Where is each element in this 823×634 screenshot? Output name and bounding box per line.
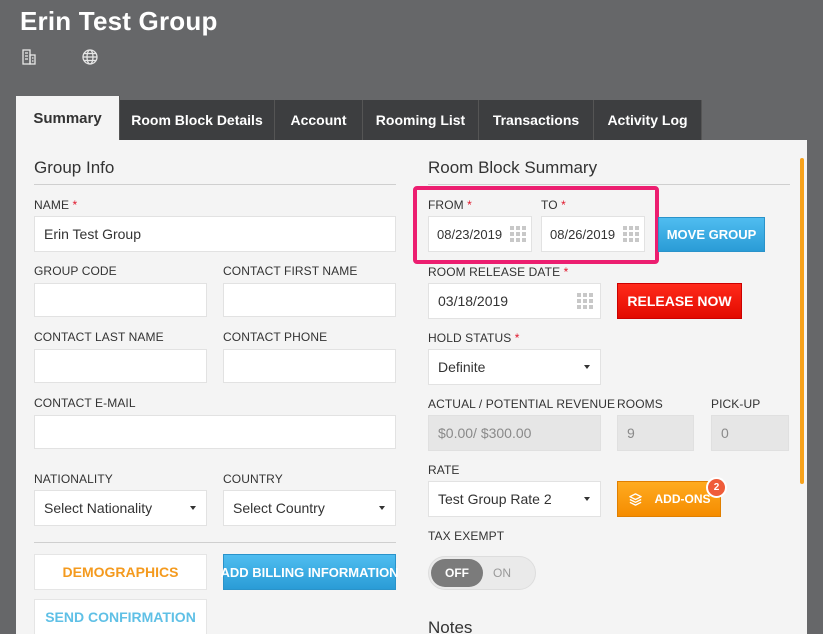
country-select[interactable]: Select Country bbox=[223, 490, 396, 526]
calendar-icon[interactable] bbox=[576, 292, 594, 310]
pickup-field: 0 bbox=[711, 415, 789, 451]
country-label: COUNTRY bbox=[223, 472, 283, 486]
rate-value: Test Group Rate 2 bbox=[438, 491, 552, 507]
scrollbar[interactable] bbox=[800, 158, 804, 484]
chevron-down-icon bbox=[584, 365, 590, 369]
contact-first-name-field[interactable] bbox=[223, 283, 396, 317]
date-range-highlight bbox=[413, 186, 659, 264]
notes-title: Notes bbox=[428, 618, 473, 634]
section-divider bbox=[34, 542, 396, 543]
page-title: Erin Test Group bbox=[20, 6, 218, 36]
rate-select[interactable]: Test Group Rate 2 bbox=[428, 481, 601, 517]
country-value: Select Country bbox=[233, 500, 325, 516]
name-field[interactable]: Erin Test Group bbox=[34, 216, 396, 252]
room-block-summary-title: Room Block Summary bbox=[428, 158, 598, 177]
nationality-select[interactable]: Select Nationality bbox=[34, 490, 207, 526]
demographics-button[interactable]: DEMOGRAPHICS bbox=[34, 554, 207, 590]
rate-label: RATE bbox=[428, 463, 460, 477]
add-ons-count-badge: 2 bbox=[706, 477, 727, 498]
hold-status-value: Definite bbox=[438, 359, 486, 375]
tab-summary[interactable]: Summary bbox=[16, 96, 120, 140]
revenue-label: ACTUAL / POTENTIAL REVENUE bbox=[428, 397, 616, 411]
send-confirmation-button[interactable]: SEND CONFIRMATION bbox=[34, 599, 207, 634]
tax-exempt-toggle[interactable]: OFF ON bbox=[428, 556, 536, 590]
tab-transactions[interactable]: Transactions bbox=[479, 100, 594, 140]
layers-icon bbox=[628, 492, 642, 506]
room-release-date-field[interactable]: 03/18/2019 bbox=[428, 283, 601, 319]
contact-phone-field[interactable] bbox=[223, 349, 396, 383]
nationality-value: Select Nationality bbox=[44, 500, 153, 516]
contact-last-name-field[interactable] bbox=[34, 349, 207, 383]
tab-room-block-details[interactable]: Room Block Details bbox=[120, 100, 275, 140]
group-code-label: GROUP CODE bbox=[34, 264, 117, 278]
name-label: NAME * bbox=[34, 198, 78, 212]
section-divider bbox=[34, 184, 396, 185]
contact-email-field[interactable] bbox=[34, 415, 396, 449]
chevron-down-icon bbox=[190, 506, 196, 510]
contact-phone-label: CONTACT PHONE bbox=[223, 330, 328, 344]
release-now-button[interactable]: RELEASE NOW bbox=[617, 283, 742, 319]
room-release-date-label: ROOM RELEASE DATE * bbox=[428, 265, 569, 279]
globe-icon[interactable] bbox=[81, 48, 99, 66]
hold-status-select[interactable]: Definite bbox=[428, 349, 601, 385]
building-icon[interactable] bbox=[20, 48, 38, 66]
tab-bar: Summary Room Block Details Account Roomi… bbox=[16, 96, 702, 140]
room-release-date-value: 03/18/2019 bbox=[438, 293, 509, 309]
toggle-on-label: ON bbox=[493, 566, 511, 580]
tab-activity-log[interactable]: Activity Log bbox=[594, 100, 702, 140]
add-ons-label: ADD-ONS bbox=[654, 492, 711, 506]
rooms-field: 9 bbox=[617, 415, 694, 451]
chevron-down-icon bbox=[584, 497, 590, 501]
section-divider bbox=[428, 184, 790, 185]
hold-status-label: HOLD STATUS * bbox=[428, 331, 520, 345]
contact-last-name-label: CONTACT LAST NAME bbox=[34, 330, 164, 344]
group-info-title: Group Info bbox=[34, 158, 115, 177]
rooms-label: ROOMS bbox=[617, 397, 663, 411]
tax-exempt-label: TAX EXEMPT bbox=[428, 529, 505, 543]
group-code-field[interactable] bbox=[34, 283, 207, 317]
move-group-button[interactable]: MOVE GROUP bbox=[658, 217, 765, 252]
add-billing-information-button[interactable]: ADD BILLING INFORMATION bbox=[220, 554, 399, 590]
chevron-down-icon bbox=[379, 506, 385, 510]
contact-email-label: CONTACT E-MAIL bbox=[34, 396, 136, 410]
tab-account[interactable]: Account bbox=[275, 100, 363, 140]
tab-rooming-list[interactable]: Rooming List bbox=[363, 100, 479, 140]
revenue-field: $0.00/ $300.00 bbox=[428, 415, 601, 451]
toggle-off-label: OFF bbox=[431, 559, 483, 587]
pickup-label: PICK-UP bbox=[711, 397, 761, 411]
nationality-label: NATIONALITY bbox=[34, 472, 113, 486]
contact-first-name-label: CONTACT FIRST NAME bbox=[223, 264, 358, 278]
